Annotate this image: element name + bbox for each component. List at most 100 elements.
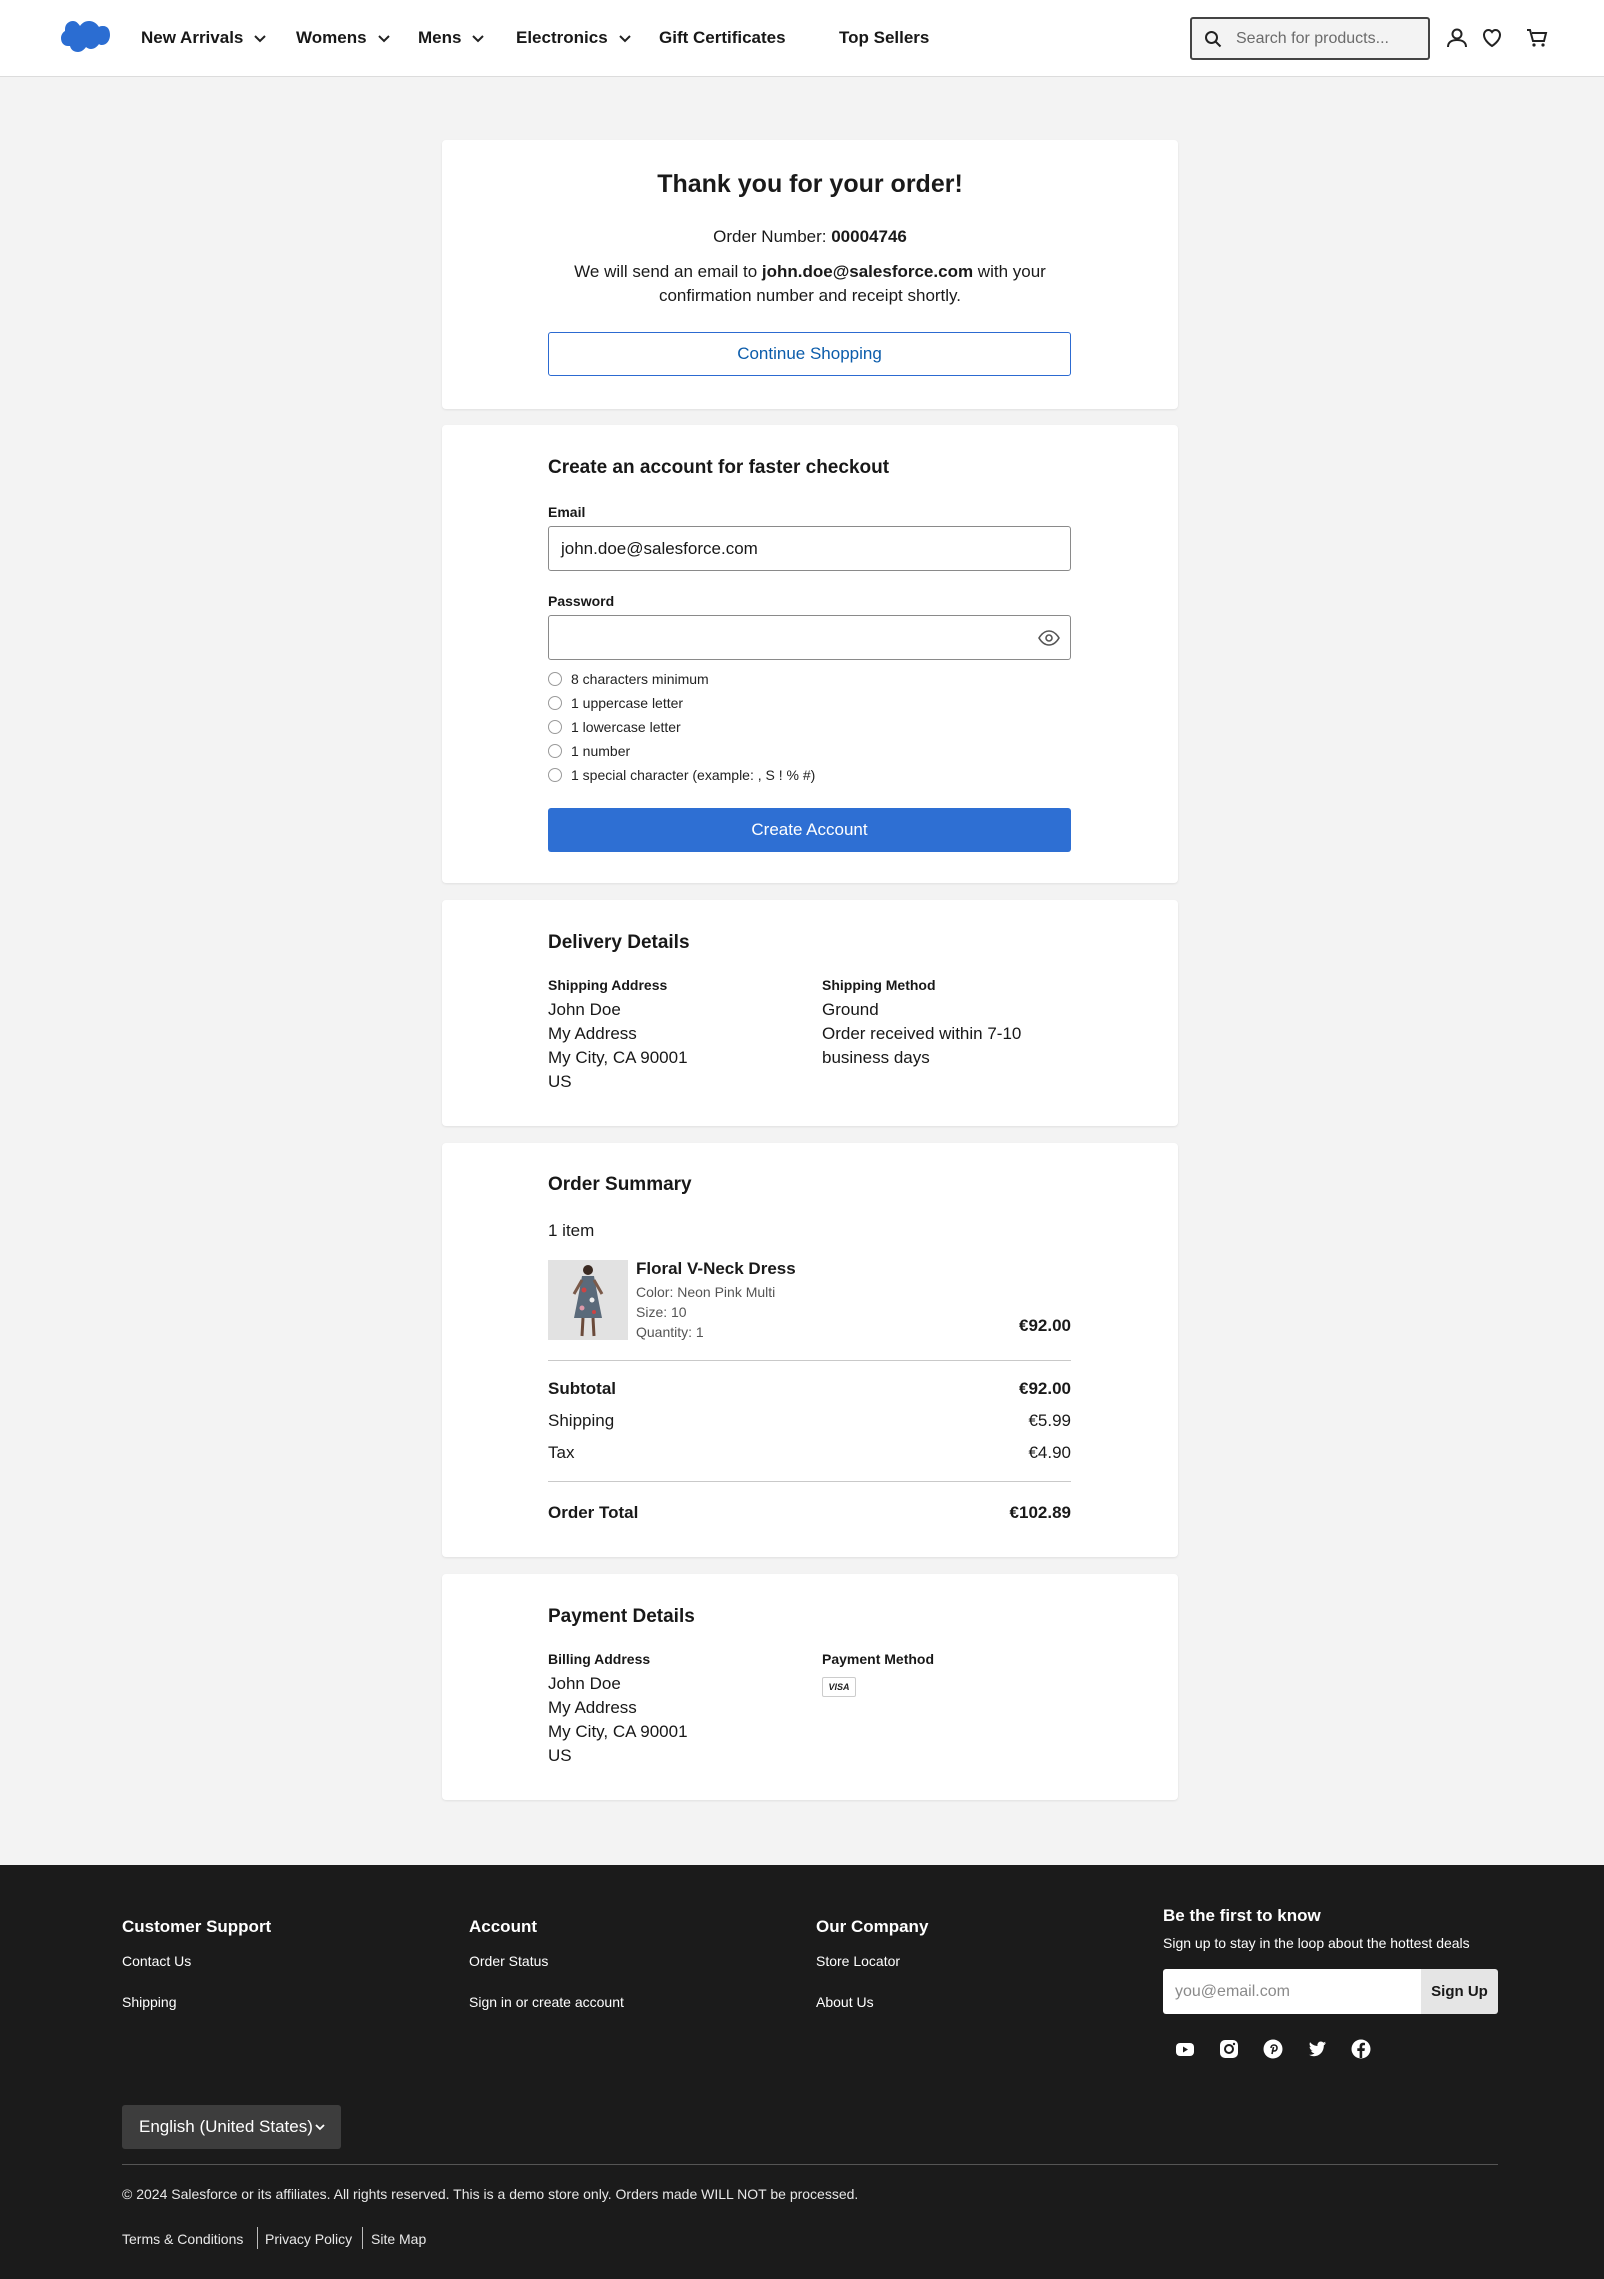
password-requirement: 1 lowercase letter <box>548 719 681 735</box>
footer-link-about-us[interactable]: About Us <box>816 1994 874 2010</box>
footer-link-site-map[interactable]: Site Map <box>371 2231 426 2247</box>
product-quantity: Quantity: 1 <box>636 1324 704 1340</box>
nav-label: Top Sellers <box>839 28 930 47</box>
footer-link-contact-us[interactable]: Contact Us <box>122 1953 191 1969</box>
password-requirement: 8 characters minimum <box>548 671 709 687</box>
product-name[interactable]: Floral V-Neck Dress <box>636 1259 796 1279</box>
nav-mens[interactable]: Mens <box>418 28 485 48</box>
dress-product-picture <box>548 1260 628 1340</box>
account-icon[interactable] <box>1445 26 1469 50</box>
newsletter-email-input[interactable]: you@email.com <box>1163 1969 1421 2014</box>
shipping-address: John Doe My Address My City, CA 90001 US <box>548 998 688 1094</box>
shipping-method-label: Shipping Method <box>822 977 936 993</box>
subtotal-label: Subtotal <box>548 1379 616 1398</box>
tax-row: Tax €4.90 <box>548 1443 1071 1463</box>
wishlist-icon[interactable] <box>1480 26 1504 50</box>
password-requirement: 1 uppercase letter <box>548 695 683 711</box>
nav-label: Womens <box>296 28 367 47</box>
language-label: English (United States) <box>139 2117 313 2136</box>
newsletter-title: Be the first to know <box>1163 1906 1321 1925</box>
continue-shopping-button[interactable]: Continue Shopping <box>548 332 1071 376</box>
instagram-icon[interactable] <box>1218 2038 1240 2060</box>
email-label: Email <box>548 504 586 520</box>
product-size: Size: 10 <box>636 1304 687 1320</box>
order-summary-card: Order Summary 1 item Floral V-Neck Dress… <box>442 1143 1178 1557</box>
address-line: My City, CA 90001 <box>548 1048 688 1067</box>
nav-top-sellers[interactable]: Top Sellers <box>839 28 929 48</box>
order-number: 00004746 <box>831 227 907 246</box>
requirement-status-icon <box>548 672 562 686</box>
copyright: © 2024 Salesforce or its affiliates. All… <box>122 2186 859 2202</box>
footer-link-sign-in[interactable]: Sign in or create account <box>469 1994 624 2010</box>
product-image <box>548 1260 628 1340</box>
order-total-row: Order Total €102.89 <box>548 1503 1071 1523</box>
nav-label: New Arrivals <box>141 28 244 47</box>
search-input[interactable] <box>1236 29 1416 48</box>
language-selector[interactable]: English (United States) <box>122 2105 341 2149</box>
requirement-text: 1 number <box>571 743 631 759</box>
requirement-text: 1 special character (example: , S ! % #) <box>571 767 816 783</box>
delivery-details-card: Delivery Details Shipping Address John D… <box>442 900 1178 1126</box>
newsletter-signup-button[interactable]: Sign Up <box>1421 1969 1498 2014</box>
divider <box>548 1481 1071 1482</box>
method-line: business days <box>822 1048 930 1067</box>
footer-link-store-locator[interactable]: Store Locator <box>816 1953 900 1969</box>
footer-separator <box>362 2227 363 2249</box>
password-requirement: 1 special character (example: , S ! % #) <box>548 767 815 783</box>
method-line: Ground <box>822 1000 879 1019</box>
subtotal-row: Subtotal €92.00 <box>548 1379 1071 1399</box>
order-summary-title: Order Summary <box>548 1174 692 1195</box>
address-line: US <box>548 1072 572 1091</box>
shipping-value: €5.99 <box>1028 1411 1071 1430</box>
footer-separator <box>257 2227 258 2249</box>
create-account-card: Create an account for faster checkout Em… <box>442 425 1178 883</box>
address-line: US <box>548 1746 572 1765</box>
nav-womens[interactable]: Womens <box>296 28 391 48</box>
shipping-label: Shipping <box>548 1411 615 1430</box>
confirmation-card: Thank you for your order! Order Number: … <box>442 140 1178 409</box>
footer-link-terms[interactable]: Terms & Conditions <box>122 2231 243 2247</box>
product-price: €92.00 <box>1019 1316 1071 1335</box>
show-password-icon[interactable] <box>1038 629 1060 647</box>
search-icon <box>1205 30 1222 47</box>
order-total-value: €102.89 <box>1009 1503 1071 1522</box>
payment-method-label: Payment Method <box>822 1651 935 1667</box>
tax-label: Tax <box>548 1443 575 1462</box>
subtotal-value: €92.00 <box>1019 1379 1071 1398</box>
page-title: Thank you for your order! <box>657 170 963 198</box>
footer-link-privacy[interactable]: Privacy Policy <box>265 2231 352 2247</box>
address-line: John Doe <box>548 1000 621 1019</box>
twitter-icon[interactable] <box>1306 2038 1328 2060</box>
nav-label: Mens <box>418 28 462 47</box>
order-total-label: Order Total <box>548 1503 639 1522</box>
order-number-line: Order Number: 00004746 <box>442 227 1178 247</box>
nav-electronics[interactable]: Electronics <box>516 28 632 48</box>
footer-heading: Our Company <box>816 1917 929 1936</box>
nav-new-arrivals[interactable]: New Arrivals <box>141 28 267 48</box>
create-account-button[interactable]: Create Account <box>548 808 1071 852</box>
search-box[interactable] <box>1190 17 1430 60</box>
item-count: 1 item <box>548 1221 595 1240</box>
visa-card-icon: VISA <box>822 1677 856 1697</box>
chevron-down-icon <box>618 35 631 43</box>
tax-value: €4.90 <box>1028 1443 1071 1462</box>
nav-gift-certificates[interactable]: Gift Certificates <box>659 28 786 48</box>
payment-details-card: Payment Details Billing Address John Doe… <box>442 1574 1178 1800</box>
email-notice-pre: We will send an email to <box>574 262 762 281</box>
newsletter-subtitle: Sign up to stay in the loop about the ho… <box>1163 1935 1470 1951</box>
password-field[interactable] <box>548 615 1071 660</box>
billing-address-label: Billing Address <box>548 1651 651 1667</box>
email-field[interactable]: john.doe@salesforce.com <box>548 526 1071 571</box>
cart-icon[interactable] <box>1525 26 1549 50</box>
requirement-text: 8 characters minimum <box>571 671 709 687</box>
facebook-icon[interactable] <box>1350 2038 1372 2060</box>
shipping-address-label: Shipping Address <box>548 977 668 993</box>
chevron-down-icon <box>315 2124 325 2131</box>
pinterest-icon[interactable] <box>1262 2038 1284 2060</box>
footer-link-shipping[interactable]: Shipping <box>122 1994 177 2010</box>
footer-link-order-status[interactable]: Order Status <box>469 1953 548 1969</box>
youtube-icon[interactable] <box>1174 2038 1196 2060</box>
salesforce-logo[interactable] <box>60 20 110 56</box>
email-notice: We will send an email to john.doe@salesf… <box>572 260 1048 308</box>
site-header: New Arrivals Womens Mens Electronics Gif… <box>0 0 1604 77</box>
